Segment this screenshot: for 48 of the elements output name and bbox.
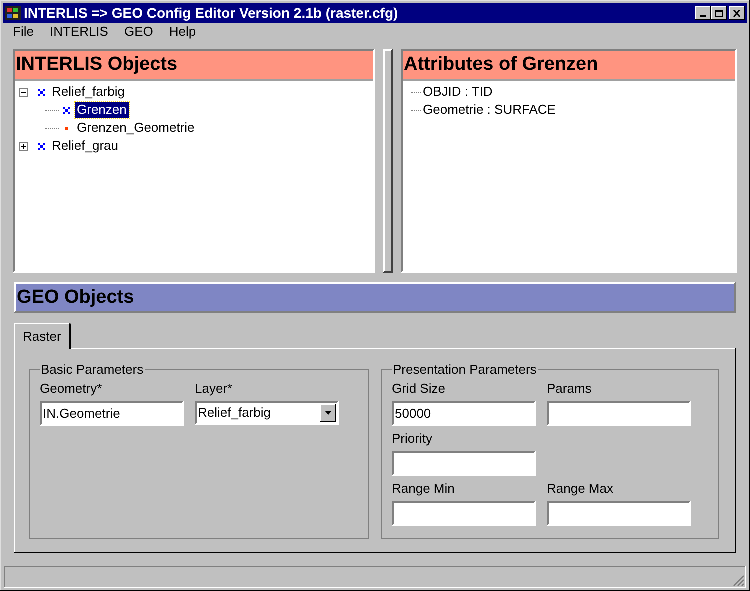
maximize-button[interactable] [711,6,727,20]
field-label: Params [547,380,593,398]
group-title: Basic Parameters [40,361,145,379]
splitter[interactable] [383,49,393,273]
triangle-icon [324,410,332,414]
field-label: Layer* [195,380,234,398]
attribute-item[interactable]: Geometrie : SURFACE [423,100,556,120]
menu-item[interactable]: File [5,22,42,42]
minus-icon [21,90,26,94]
text-field[interactable]: IN.Geometrie [40,400,184,426]
text-field[interactable] [392,500,536,526]
panel-header: Attributes of Grenzen [403,51,735,81]
tree-item[interactable]: Relief_farbig [50,84,127,100]
class-icon [38,88,45,96]
text-field[interactable]: 50000 [392,400,536,426]
menu-item[interactable]: GEO [116,22,162,42]
attribute-icon [65,126,68,130]
geo-objects-header: GEO Objects [14,282,736,313]
close-icon [733,10,741,16]
maximize-icon [715,10,723,16]
tab[interactable]: Raster [14,323,72,349]
field-label: Grid Size [392,380,446,398]
resize-grip-icon[interactable] [733,575,745,587]
minimize-button[interactable] [695,6,711,20]
class-icon [38,142,45,150]
class-icon [63,106,70,114]
field-label: Range Min [392,480,456,498]
field-label: Range Max [547,480,614,498]
field-label: Geometry* [40,380,104,398]
tree-item[interactable]: Relief_grau [50,138,120,154]
expand-toggle[interactable] [19,142,28,150]
menu-item[interactable]: INTERLIS [42,22,116,42]
group-title: Presentation Parameters [392,361,538,379]
field-label: Priority [392,430,434,448]
text-field[interactable] [547,500,691,526]
tree-item[interactable]: Grenzen [75,102,129,118]
collapse-toggle[interactable] [19,88,28,96]
menu-item[interactable]: Help [161,22,204,42]
attribute-item[interactable]: OBJID : TID [423,82,493,102]
close-button[interactable] [729,6,745,20]
text-field[interactable] [547,400,691,426]
text-field[interactable] [392,450,536,476]
plus-icon [21,144,26,148]
tree-item[interactable]: Grenzen_Geometrie [75,120,197,136]
layer-dropdown[interactable]: Relief_farbig [195,400,339,424]
window-title: INTERLIS => GEO Config Editor Version 2.1b (raster.cfg) [24,4,400,23]
app-icon [5,6,21,20]
panel-header: INTERLIS Objects [15,51,373,81]
